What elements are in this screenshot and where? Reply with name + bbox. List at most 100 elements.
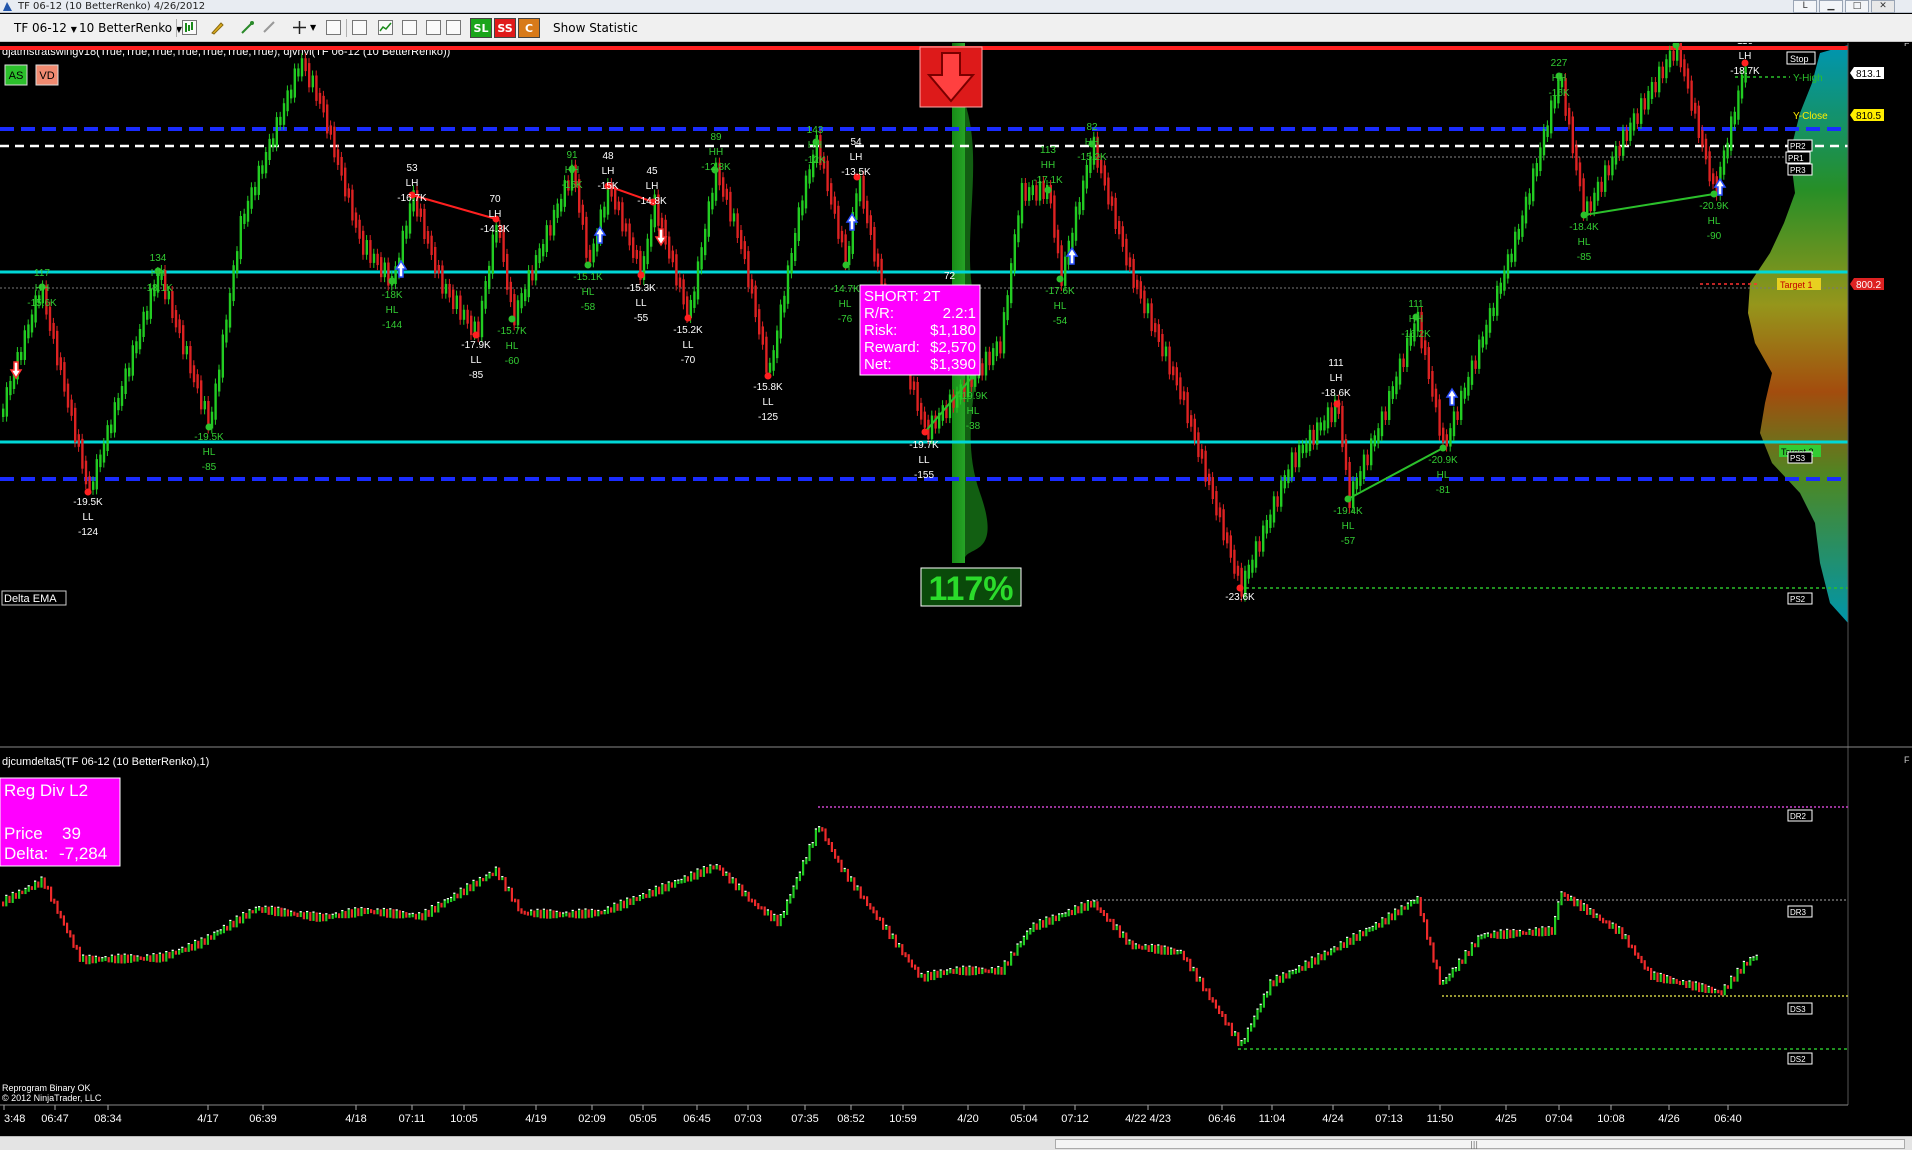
delta-bar-tip (584, 908, 587, 910)
delta-bar (1646, 966, 1649, 971)
chevron-down-icon[interactable]: ▼ (310, 18, 316, 38)
delta-bar (731, 878, 734, 884)
restore-button[interactable]: □ (1845, 0, 1869, 13)
delta-bar (978, 967, 981, 975)
renko-bar (732, 213, 736, 222)
show-statistic-button[interactable]: Show Statistic (553, 18, 638, 38)
delta-bar (504, 877, 507, 892)
delta-bar (94, 956, 97, 964)
properties-icon[interactable] (352, 20, 367, 35)
renko-bar (1287, 469, 1290, 484)
delta-bar (1544, 927, 1547, 936)
delta-bar (437, 902, 440, 913)
delta-bar-tip (1534, 927, 1537, 929)
delta-bar (27, 886, 30, 892)
percent-box-label: 117% (928, 570, 1013, 608)
pencil-icon[interactable] (210, 20, 225, 35)
delta-bar-tip (1192, 966, 1195, 969)
delta-bar-tip (709, 864, 712, 866)
delta-bar (642, 893, 645, 899)
delta-bar (910, 959, 913, 968)
eraser-icon[interactable] (262, 20, 277, 35)
chart-area[interactable]: djatmstratswingv18(True,True,True,True,T… (0, 43, 1912, 1135)
delta-bar (830, 841, 833, 852)
delta-bar (293, 911, 296, 916)
delta-bar-tip (1659, 972, 1662, 975)
sl-button[interactable]: SL (470, 18, 492, 38)
close-button[interactable]: ✕ (1871, 0, 1895, 13)
renko-bar (419, 208, 422, 217)
period-selector[interactable]: 10 BetterRenko ▼ (79, 18, 182, 38)
delta-bar (1707, 986, 1710, 993)
renko-bar (729, 191, 732, 222)
horizontal-scrollbar[interactable]: ||| (0, 1136, 1912, 1150)
delta-bar-tip (376, 908, 379, 910)
delta-bar-tip (1051, 914, 1054, 916)
delta-bar (347, 909, 350, 919)
delta-bar (1061, 914, 1064, 918)
strategies-icon[interactable] (402, 20, 417, 35)
delta-bar (667, 882, 670, 892)
delta-bar (1246, 1028, 1249, 1043)
zoom-icon[interactable] (326, 20, 341, 35)
renko-bar (52, 322, 55, 339)
renko-bar (182, 325, 185, 355)
delta-bar (712, 865, 715, 870)
delta-bar (1422, 913, 1425, 923)
delta-bar (1499, 930, 1502, 939)
delta-bar (843, 868, 846, 873)
swing-label-text: -17.9K (461, 340, 491, 351)
indicators-icon[interactable] (378, 20, 393, 35)
renko-bar (84, 460, 88, 485)
crosshair-icon[interactable] (292, 20, 307, 35)
renko-bar (189, 346, 192, 374)
data-box-icon[interactable] (426, 20, 441, 35)
delta-bar (306, 911, 309, 920)
c-button[interactable]: C (518, 18, 540, 38)
delta-bar (1598, 914, 1601, 921)
f-marker-bottom[interactable]: F (1904, 755, 1910, 765)
renko-bar (1460, 390, 1463, 420)
renko-bar (1733, 111, 1736, 125)
draw-tool-icon[interactable] (240, 20, 255, 35)
swing-label-text: -19.4K (1333, 506, 1363, 517)
renko-bar (923, 411, 926, 428)
lock-button[interactable]: L (1793, 0, 1817, 13)
minimize-button[interactable]: ▁ (1819, 0, 1843, 13)
instrument-selector[interactable]: TF 06-12 ▼ (14, 18, 77, 38)
delta-bar-tip (1128, 939, 1131, 941)
delta-bar (40, 877, 43, 888)
delta-bar (152, 954, 155, 962)
delta-bar (619, 900, 622, 911)
renko-bar (455, 295, 458, 310)
delta-bar (2, 901, 5, 907)
bar-chart-icon[interactable] (182, 20, 197, 35)
delta-bar-tip (27, 885, 30, 887)
renko-bar (1071, 232, 1074, 249)
delta-bar-tip (213, 931, 216, 933)
x-tick-label: 4/24 (1322, 1113, 1343, 1125)
renko-bar (124, 368, 127, 395)
delta-bar-tip (478, 876, 481, 879)
delta-bar-tip (1368, 927, 1371, 929)
delta-bar (1371, 926, 1374, 932)
f-marker-top[interactable]: F (1904, 43, 1910, 48)
ss-button[interactable]: SS (494, 18, 516, 38)
scrollbar-thumb[interactable] (1055, 1139, 1905, 1149)
grip-icon: ||| (1470, 1140, 1479, 1149)
renko-bar (1712, 173, 1715, 185)
renko-bar (992, 348, 995, 366)
swing-label-text: -16.2K (1401, 329, 1431, 340)
delta-bar (866, 896, 869, 907)
delta-bar (178, 949, 181, 955)
delta-bar (1352, 934, 1355, 945)
delta-bar (1416, 896, 1419, 904)
renko-bar (678, 277, 682, 288)
chart-trader-icon[interactable] (446, 20, 461, 35)
short-entry-marker[interactable] (919, 46, 983, 108)
trade-info-box: 72 SHORT: 2TR/R: 2.2:1 Risk: $1,180 Reward: $… (859, 271, 981, 376)
renko-bar (1528, 193, 1531, 205)
swing-label-text: HL (1054, 301, 1067, 312)
delta-bar (734, 878, 737, 891)
swing-label-text: 227 (1551, 58, 1568, 69)
